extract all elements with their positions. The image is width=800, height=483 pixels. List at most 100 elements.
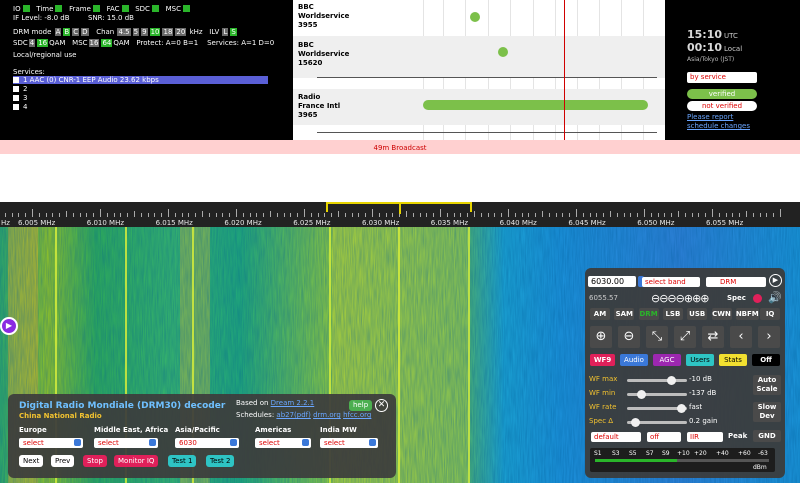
report-link[interactable]: Please report schedule changes bbox=[687, 113, 750, 131]
test1-button[interactable]: Test 1 bbox=[168, 455, 197, 467]
service-checkbox[interactable] bbox=[13, 77, 19, 83]
tab-stats[interactable]: Stats bbox=[719, 354, 747, 366]
record-icon[interactable] bbox=[753, 294, 762, 303]
scale-tick bbox=[671, 213, 673, 217]
service-checkbox[interactable] bbox=[13, 86, 19, 92]
dream-link[interactable]: Dream 2.2.1 bbox=[271, 399, 315, 407]
tab-agc[interactable]: AGC bbox=[653, 354, 681, 366]
mode-cwn[interactable]: CWN bbox=[711, 308, 732, 320]
station-name: Radio France Intl 3965 bbox=[298, 93, 341, 119]
scale-tick bbox=[195, 213, 197, 217]
arrow-left-icon[interactable]: ‹ bbox=[730, 326, 752, 348]
slider-thumb[interactable] bbox=[677, 404, 687, 413]
arrow-right-icon[interactable]: › bbox=[758, 326, 780, 348]
test2-button[interactable]: Test 2 bbox=[206, 455, 235, 467]
zoom-in-icon[interactable]: ⊕ bbox=[590, 326, 612, 348]
service-item[interactable]: 1 AAC (0) CNR-1 EEP Audio 23.62 kbps bbox=[13, 76, 268, 84]
scale-tick bbox=[270, 211, 271, 217]
passband-indicator[interactable] bbox=[326, 202, 472, 214]
slider-track[interactable] bbox=[627, 418, 687, 427]
zoom-icons[interactable]: ⊖⊖⊖⊖⊕⊕⊕ bbox=[651, 292, 710, 305]
slider-thumb[interactable] bbox=[631, 418, 641, 427]
play-icon[interactable]: ▶ bbox=[0, 317, 18, 335]
tab-audio[interactable]: Audio bbox=[620, 354, 648, 366]
schedule-row[interactable]: BBC Worldservice 3955 bbox=[293, 0, 665, 36]
slow-dev-button[interactable]: Slow Dev bbox=[753, 402, 781, 422]
scale-tick bbox=[229, 213, 231, 217]
spectrum-area[interactable] bbox=[0, 154, 800, 202]
mode-iq[interactable]: IQ bbox=[760, 308, 781, 320]
scale-tick bbox=[52, 213, 54, 217]
tab-users[interactable]: Users bbox=[686, 354, 714, 366]
slider-track[interactable] bbox=[627, 390, 687, 399]
tab-off[interactable]: Off bbox=[752, 354, 780, 366]
close-icon[interactable]: ✕ bbox=[375, 399, 388, 412]
service-label: 1 AAC (0) CNR-1 EEP Audio 23.62 kbps bbox=[23, 76, 159, 84]
frequency-input[interactable]: 6030.00 bbox=[588, 276, 636, 287]
mode-am[interactable]: AM bbox=[590, 308, 610, 320]
drm-status-panel: IO Time Frame FAC SDC MSC IF Level: -8.0… bbox=[0, 0, 293, 140]
scale-tick bbox=[732, 213, 734, 217]
region-india: India MW bbox=[320, 426, 357, 434]
asia-select[interactable]: 6030 bbox=[175, 438, 239, 448]
mode-select[interactable]: DRM bbox=[706, 277, 766, 287]
peak-button[interactable]: Peak bbox=[728, 432, 747, 440]
prev-button[interactable]: Prev bbox=[51, 455, 75, 467]
slider-label: WF rate bbox=[589, 403, 617, 411]
india-select[interactable]: select bbox=[320, 438, 378, 448]
sdc-qam-chip: 4 bbox=[28, 39, 36, 47]
zoom-out-icon[interactable]: ⊖ bbox=[618, 326, 640, 348]
slider-thumb[interactable] bbox=[637, 390, 647, 399]
speaker-icon[interactable]: 🔊 bbox=[768, 291, 782, 304]
slider-track[interactable] bbox=[627, 376, 687, 385]
help-button[interactable]: help bbox=[349, 400, 373, 411]
mode-usb[interactable]: USB bbox=[687, 308, 708, 320]
broadcast-slot[interactable] bbox=[423, 100, 648, 110]
tab-wf[interactable]: WF9 bbox=[590, 354, 615, 366]
swap-icon[interactable]: ⇄ bbox=[702, 326, 724, 348]
auto-scale-button[interactable]: Auto Scale bbox=[753, 375, 781, 395]
sort-select[interactable]: by service bbox=[687, 72, 757, 83]
expand-icon[interactable]: ⤢ bbox=[674, 326, 696, 348]
scale-tick bbox=[147, 213, 149, 217]
gnd-button[interactable]: GND bbox=[753, 430, 781, 442]
band-bar[interactable]: 49m Broadcast bbox=[0, 140, 800, 154]
iir-select[interactable]: IIR bbox=[687, 432, 723, 442]
shrink-icon[interactable]: ⤡ bbox=[646, 326, 668, 348]
filter-select[interactable]: off bbox=[647, 432, 681, 442]
mode-nbfm[interactable]: NBFM bbox=[735, 308, 759, 320]
preset-select[interactable]: default bbox=[591, 432, 641, 442]
service-item[interactable]: 2 bbox=[13, 85, 268, 93]
broadcast-slot[interactable] bbox=[498, 47, 508, 57]
service-item[interactable]: 4 bbox=[13, 103, 268, 111]
slider-thumb[interactable] bbox=[667, 376, 677, 385]
scale-tick bbox=[718, 213, 720, 217]
drm-org-link[interactable]: drm.org bbox=[313, 411, 341, 419]
qam-row: SDC 4 16 QAM MSC 16 64 QAM Protect: A=0 B=1 Se… bbox=[13, 39, 274, 47]
broadcast-slot[interactable] bbox=[470, 12, 480, 22]
passband-center[interactable] bbox=[399, 204, 401, 214]
schedule-row[interactable]: BBC Worldservice 15620 bbox=[293, 36, 665, 78]
mode-drm[interactable]: DRM bbox=[638, 308, 659, 320]
mode-lsb[interactable]: LSB bbox=[662, 308, 683, 320]
ab27-link[interactable]: ab27(pdf) bbox=[276, 411, 310, 419]
service-checkbox[interactable] bbox=[13, 95, 19, 101]
slider-track[interactable] bbox=[627, 404, 687, 413]
hfcc-link[interactable]: hfcc.org bbox=[343, 411, 371, 419]
scale-tick bbox=[344, 213, 346, 217]
service-item[interactable]: 3 bbox=[13, 94, 268, 102]
schedule-row[interactable]: Radio France Intl 3965 bbox=[293, 89, 665, 125]
s-meter-label: +20 bbox=[694, 450, 707, 457]
europe-select[interactable]: select bbox=[19, 438, 83, 448]
americas-select[interactable]: select bbox=[255, 438, 311, 448]
middle-east-select[interactable]: select bbox=[94, 438, 158, 448]
mode-sam[interactable]: SAM bbox=[614, 308, 635, 320]
chan-chip: 20 bbox=[175, 28, 187, 36]
service-checkbox[interactable] bbox=[13, 104, 19, 110]
next-button[interactable]: Next bbox=[19, 455, 44, 467]
slider-value: 0.2 gain bbox=[689, 417, 718, 425]
stop-button[interactable]: Stop bbox=[83, 455, 107, 467]
monitor-iq-button[interactable]: Monitor IQ bbox=[114, 455, 159, 467]
band-select[interactable]: select band bbox=[642, 277, 700, 287]
play-icon[interactable]: ▶ bbox=[769, 274, 782, 287]
